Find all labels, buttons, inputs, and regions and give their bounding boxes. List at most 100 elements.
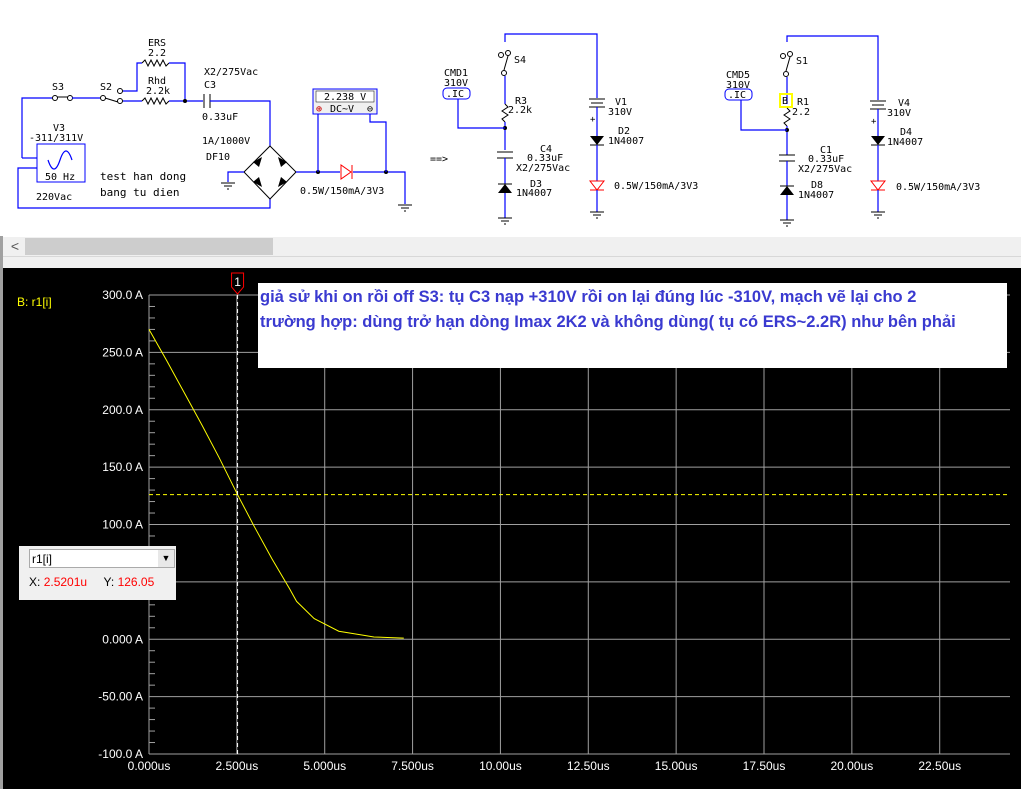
y-tick-label: -50.00 A bbox=[98, 690, 143, 704]
schematic-label: DC~V bbox=[330, 104, 354, 115]
scroll-left-button[interactable]: < bbox=[7, 237, 23, 256]
scrollbar-thumb[interactable] bbox=[25, 238, 273, 255]
x-tick-label: 20.00us bbox=[831, 759, 874, 773]
diode-d3 bbox=[498, 184, 512, 193]
led-middle bbox=[588, 180, 606, 191]
schematic-label: 2.238 V bbox=[324, 92, 366, 103]
schematic-wire bbox=[123, 62, 142, 92]
schematic-wire bbox=[785, 56, 791, 72]
resistor-rhd bbox=[141, 96, 170, 106]
schematic-wire bbox=[227, 171, 244, 182]
schematic-label: 310V bbox=[726, 80, 750, 91]
schematic-wire bbox=[501, 70, 507, 76]
annotation-textbox[interactable]: giả sử khi on rồi off S3: tụ C3 nạp +310… bbox=[258, 283, 1007, 368]
arrow-label: ==> bbox=[430, 154, 448, 165]
schematic-canvas[interactable]: ERS 2.2 S3 S2 Rhd 2.2k X2/275Vac C3 0.33… bbox=[0, 0, 1021, 236]
schematic-wire bbox=[504, 33, 598, 98]
schematic-wire bbox=[117, 88, 123, 94]
x-tick-label: 15.00us bbox=[655, 759, 698, 773]
x-tick-label: 10.00us bbox=[479, 759, 522, 773]
schematic-label: S3 bbox=[52, 82, 64, 93]
schematic-label: ⊖ bbox=[367, 104, 373, 115]
x-tick-label: 5.000us bbox=[303, 759, 346, 773]
schematic-label: 1N4007 bbox=[887, 137, 923, 148]
bridge-rectifier-df10[interactable] bbox=[243, 145, 297, 200]
trace-select[interactable]: r1[i] ▼ bbox=[29, 549, 175, 568]
schematic-label: 0.5W/150mA/3V3 bbox=[896, 182, 980, 193]
y-tick-label: 100.0 A bbox=[102, 518, 143, 532]
right-circuit: B .IC CMD5 310V S1 R1 2.2 C1 0.33uF X2/2… bbox=[724, 35, 980, 227]
schematic-label: test han dong bbox=[100, 170, 186, 183]
schematic-label: 220Vac bbox=[36, 192, 72, 203]
schematic-label: 0.5W/150mA/3V3 bbox=[300, 186, 384, 197]
schematic-label: S1 bbox=[796, 56, 808, 67]
schematic-wire bbox=[503, 55, 509, 71]
schematic-wire bbox=[498, 52, 504, 58]
horizontal-scrollbar[interactable]: < bbox=[3, 237, 1021, 256]
schematic-label: 310V bbox=[444, 78, 468, 89]
schematic-label: 2.2 bbox=[792, 107, 810, 118]
trace-select-value: r1[i] bbox=[32, 552, 53, 566]
trace-label[interactable]: B: r1[i] bbox=[17, 295, 52, 309]
resistor-ers bbox=[141, 58, 170, 68]
y-tick-label: 300.0 A bbox=[102, 288, 143, 302]
schematic-label: DF10 bbox=[206, 152, 230, 163]
x-tick-label: 7.500us bbox=[391, 759, 434, 773]
x-tick-label: 17.50us bbox=[743, 759, 786, 773]
schematic-label: 0.5W/150mA/3V3 bbox=[614, 181, 698, 192]
switch-s1[interactable] bbox=[787, 51, 793, 57]
annotation-line-2: trường hợp: dùng trở hạn dòng Imax 2K2 v… bbox=[260, 313, 956, 331]
schematic-label: 2.2 bbox=[148, 48, 166, 59]
schematic-wire bbox=[457, 99, 505, 129]
schematic-label: 2.2k bbox=[508, 105, 532, 116]
trace-r1-current bbox=[148, 329, 404, 639]
schematic-label: X2/275Vac bbox=[798, 164, 852, 175]
x-tick-label: 2.500us bbox=[216, 759, 259, 773]
schematic-label: 310V bbox=[887, 108, 911, 119]
schematic-label: X2/275Vac bbox=[204, 67, 258, 78]
schematic-label: B bbox=[782, 96, 788, 107]
middle-circuit: .IC CMD1 310V S4 R3 2.2k C4 0.33uF X2/27… bbox=[442, 33, 698, 225]
schematic-label: -311/311V bbox=[29, 133, 83, 144]
schematic-label: 1N4007 bbox=[798, 190, 834, 201]
cursor-values: X: 2.5201u Y: 126.05 bbox=[29, 575, 154, 589]
switch-s4[interactable] bbox=[505, 50, 511, 56]
schematic-label: 1N4007 bbox=[608, 136, 644, 147]
schematic-wire bbox=[47, 150, 73, 170]
schematic-label: + bbox=[871, 117, 877, 127]
schematic-label: 50 Hz bbox=[45, 172, 75, 183]
y-tick-label: 200.0 A bbox=[102, 403, 143, 417]
schematic-wire bbox=[67, 95, 73, 101]
schematic-label: C3 bbox=[204, 80, 216, 91]
y-tick-label: 150.0 A bbox=[102, 460, 143, 474]
diode-d8 bbox=[780, 186, 794, 195]
zener-diode[interactable] bbox=[340, 164, 352, 180]
resistor-r1 bbox=[783, 107, 791, 127]
y-label: Y: bbox=[103, 575, 115, 589]
x-tick-label: 12.50us bbox=[567, 759, 610, 773]
y-tick-label: 250.0 A bbox=[102, 345, 143, 359]
schematic-wire bbox=[104, 97, 119, 103]
schematic-wire bbox=[786, 35, 879, 100]
diode-d2 bbox=[590, 136, 604, 145]
y-tick-label: 0.000 A bbox=[102, 632, 143, 646]
switch-s2[interactable] bbox=[100, 95, 106, 101]
left-circuit: ERS 2.2 S3 S2 Rhd 2.2k X2/275Vac C3 0.33… bbox=[17, 38, 412, 212]
chevron-down-icon[interactable]: ▼ bbox=[158, 550, 174, 567]
schematic-wire bbox=[369, 114, 387, 172]
schematic-wire bbox=[780, 53, 786, 59]
x-tick-label: 0.000us bbox=[128, 759, 171, 773]
schematic-wire bbox=[117, 98, 123, 104]
x-tick-label: 22.50us bbox=[918, 759, 961, 773]
schematic-label: 2.2k bbox=[146, 86, 170, 97]
switch-s3[interactable] bbox=[52, 95, 58, 101]
waveform-plot[interactable]: 300.0 A250.0 A200.0 A150.0 A100.0 A50.00… bbox=[3, 268, 1021, 789]
schematic-label: 1N4007 bbox=[516, 188, 552, 199]
x-value: 2.5201u bbox=[43, 575, 88, 589]
led-right bbox=[869, 180, 887, 191]
schematic-label: 0.33uF bbox=[202, 112, 238, 123]
schematic-label: bang tu dien bbox=[100, 186, 179, 199]
schematic-label: + bbox=[590, 115, 596, 125]
schematic-label: .IC bbox=[728, 90, 746, 101]
annotation-line-1: giả sử khi on rồi off S3: tụ C3 nạp +310… bbox=[260, 288, 917, 306]
